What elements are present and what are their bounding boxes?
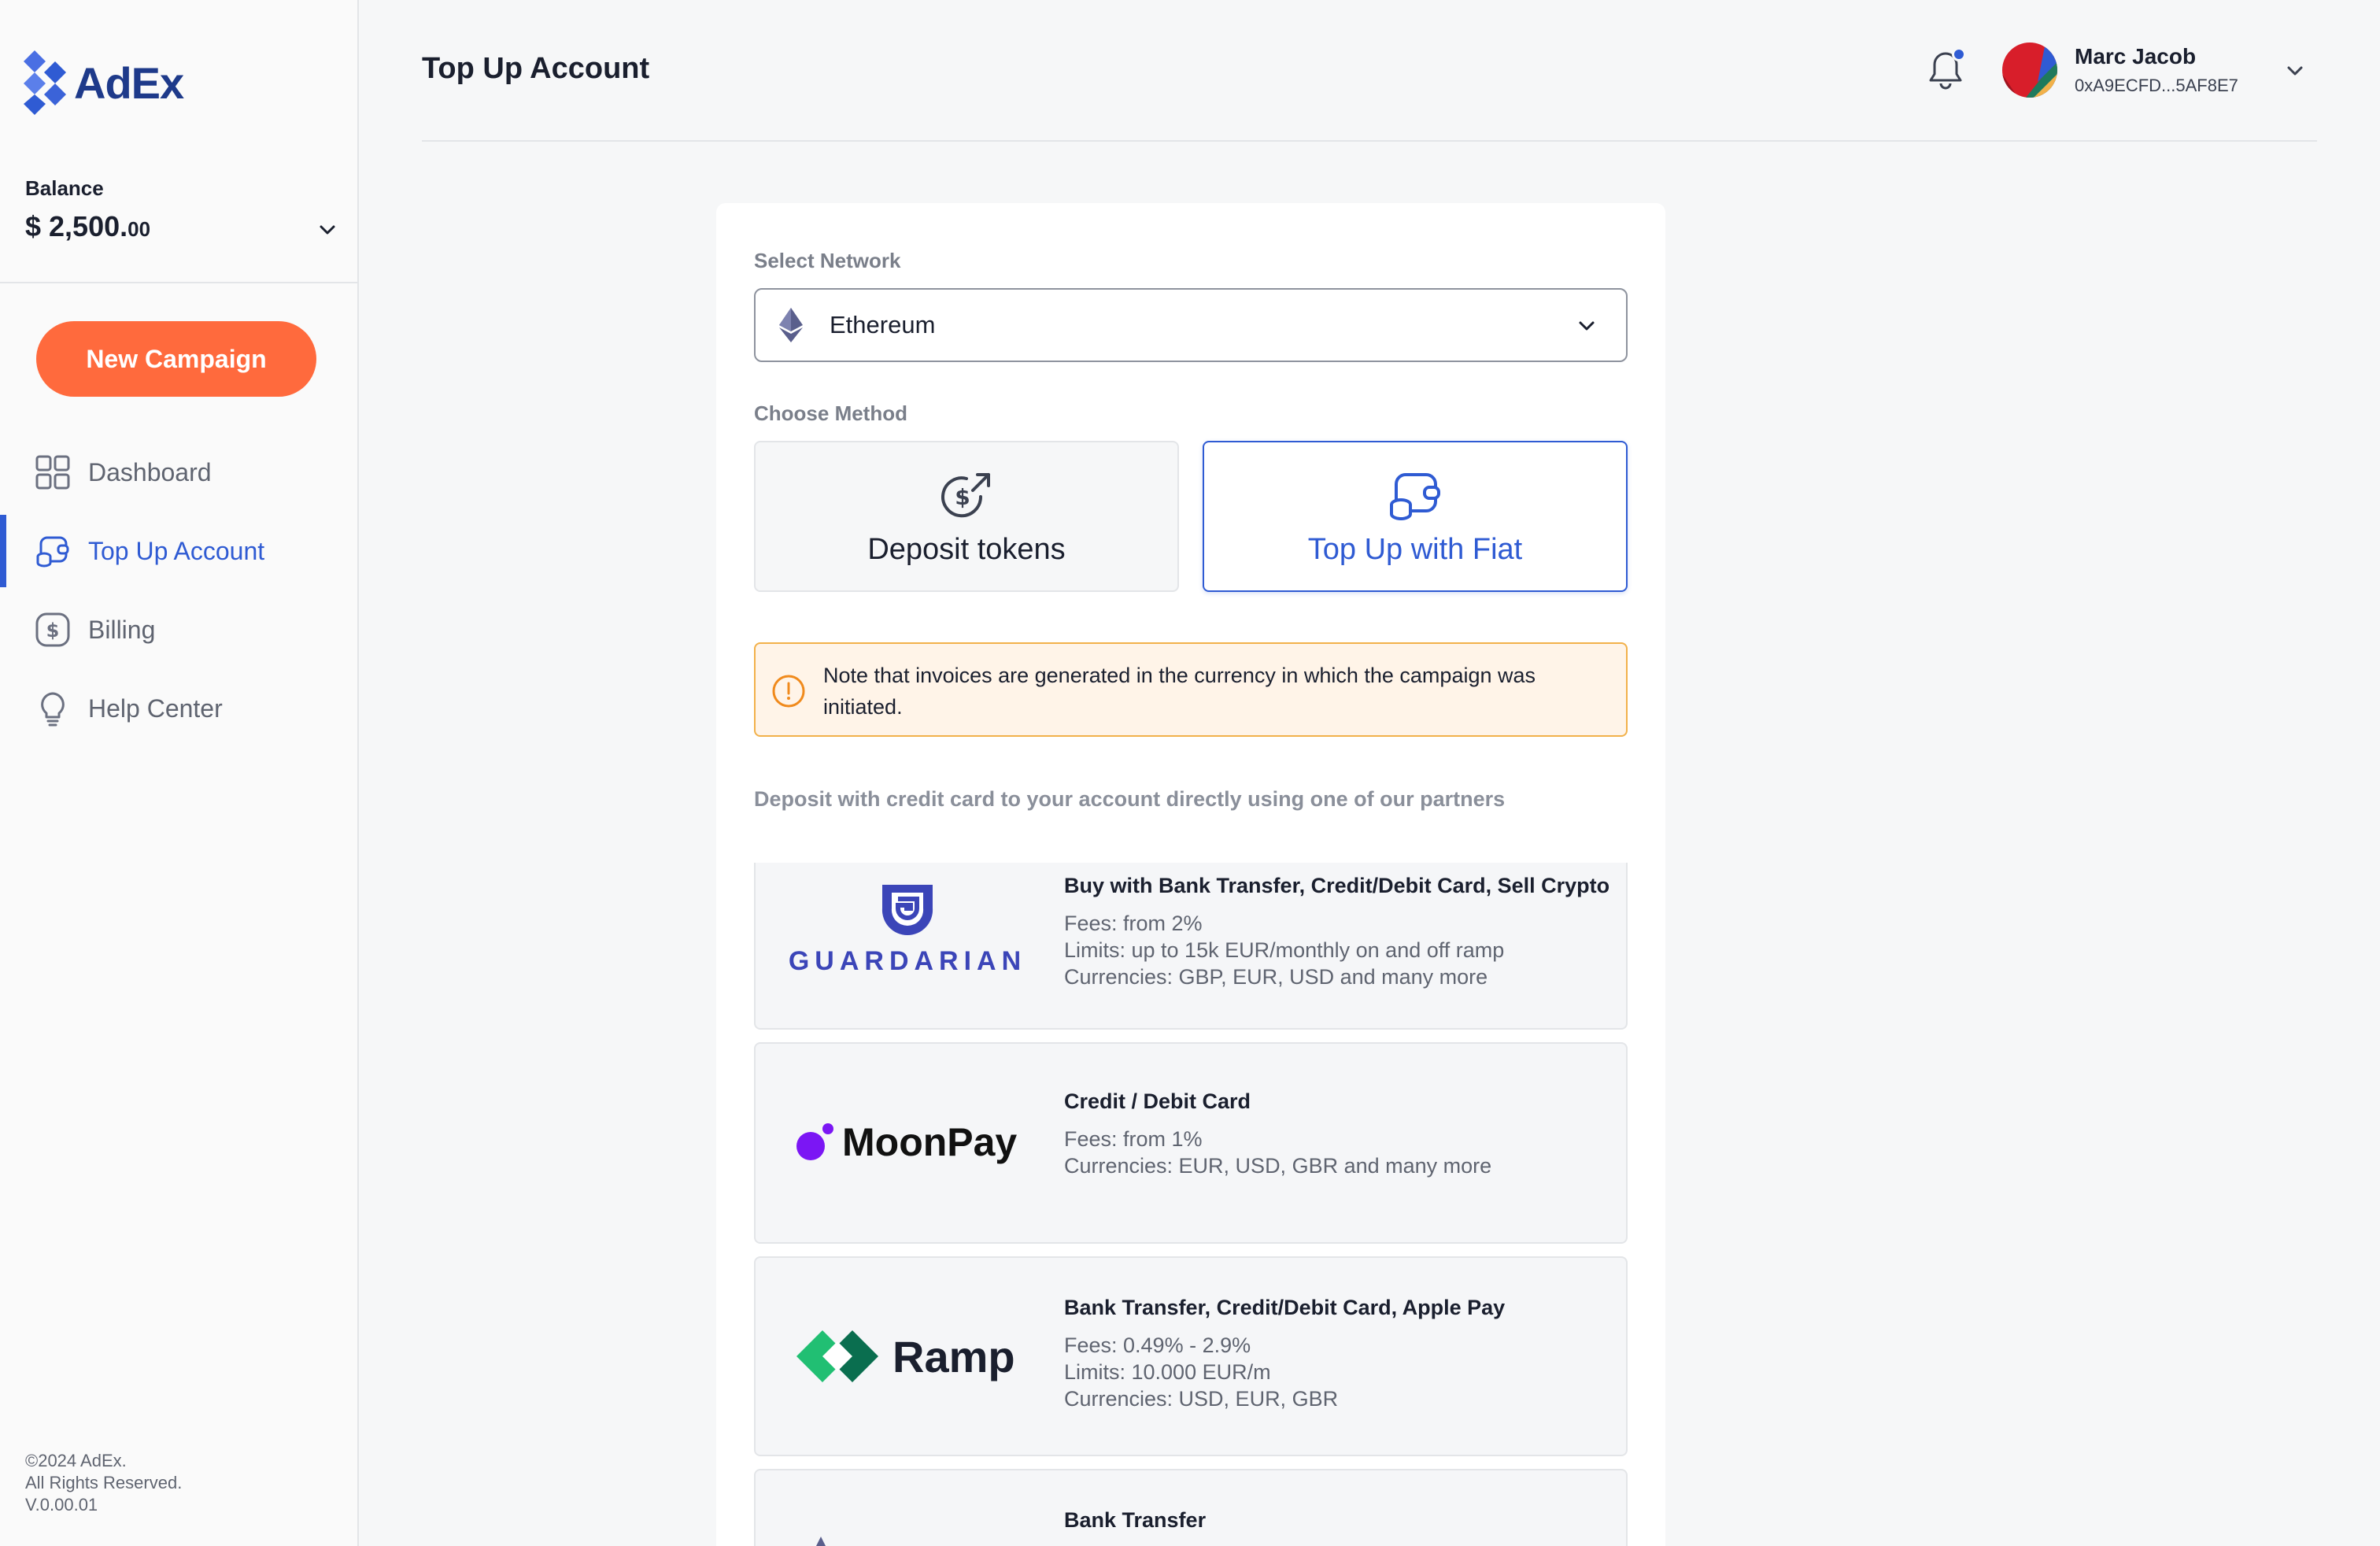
adex-logo-icon (24, 50, 66, 115)
partner-moonpay[interactable]: MoonPay Credit / Debit Card Fees: from 1… (754, 1042, 1628, 1244)
user-address: 0xA9ECFD...5AF8E7 (2075, 76, 2238, 95)
rights-text: All Rights Reserved. (25, 1473, 183, 1492)
partner-bank-transfer[interactable]: Bank Transfer (754, 1469, 1628, 1546)
partner-title: Credit / Debit Card (1064, 1089, 1251, 1113)
moonpay-dot-icon (796, 1123, 833, 1160)
sidebar-item-label: Billing (88, 615, 156, 644)
lightbulb-icon (35, 690, 71, 727)
top-up-fiat-option[interactable]: Top Up with Fiat (1203, 441, 1628, 592)
wallet-coins-icon (1390, 472, 1440, 520)
note-text: Note that invoices are generated in the … (823, 664, 1536, 719)
partner-currencies: Currencies: GBP, EUR, USD and many more (1064, 965, 1488, 989)
balance-value: $ 2,500.00 (25, 210, 340, 243)
partner-fees: Fees: from 1% (1064, 1127, 1203, 1151)
user-name: Marc Jacob (2075, 44, 2197, 68)
svg-text:$: $ (955, 484, 970, 510)
top-up-card: Select Network Ethereum Choose Method $ … (716, 203, 1665, 1546)
partner-title: Bank Transfer (1064, 1508, 1207, 1532)
chevron-down-icon (1579, 321, 1595, 331)
network-value: Ethereum (830, 311, 936, 338)
ramp-wordmark: Ramp (893, 1331, 1015, 1381)
sidebar-item-top-up-account[interactable]: Top Up Account (0, 512, 359, 590)
ramp-logo: Ramp (796, 1330, 1015, 1382)
sidebar-item-label: Help Center (88, 693, 223, 723)
copyright-text: ©2024 AdEx. (25, 1451, 127, 1470)
invoice-note: Note that invoices are generated in the … (754, 642, 1628, 737)
wallet-coins-icon (35, 533, 71, 569)
partners-intro: Deposit with credit card to your account… (754, 787, 1506, 811)
sidebar-item-label: Top Up Account (88, 536, 265, 565)
avatar[interactable] (2002, 43, 2057, 98)
partner-fees: Fees: 0.49% - 2.9% (1064, 1333, 1251, 1357)
page-title: Top Up Account (422, 52, 650, 85)
moonpay-wordmark: MoonPay (842, 1120, 1018, 1164)
partner-guardarian[interactable]: GUARDARIAN Buy with Bank Transfer, Credi… (754, 863, 1628, 1030)
network-label: Select Network (754, 249, 901, 272)
svg-text:$: $ (46, 620, 60, 642)
sidebar-footer: ©2024 AdEx. All Rights Reserved. V.0.00.… (25, 1450, 182, 1516)
dollar-icon: $ (35, 612, 71, 648)
balance-selector[interactable]: Balance $ 2,500.00 (25, 176, 340, 243)
moonpay-logo: MoonPay (796, 1119, 1017, 1165)
grid-icon (35, 454, 71, 490)
chevron-down-icon[interactable] (2282, 58, 2308, 83)
sidebar-item-billing[interactable]: $ Billing (0, 590, 359, 669)
top-up-fiat-label: Top Up with Fiat (1307, 532, 1523, 566)
version-text: V.0.00.01 (25, 1495, 98, 1515)
method-label: Choose Method (754, 401, 907, 425)
sidebar-item-help-center[interactable]: Help Center (0, 669, 359, 748)
adex-logo[interactable]: AdEx (24, 50, 184, 115)
partner-logo-icon (816, 1537, 826, 1546)
sidebar: AdEx Balance $ 2,500.00 New Campaign Das… (0, 0, 359, 1546)
deposit-tokens-label: Deposit tokens (867, 532, 1066, 566)
header-divider (422, 140, 2317, 142)
partner-currencies: Currencies: EUR, USD, GBR and many more (1064, 1154, 1492, 1178)
balance-cents: 00 (128, 217, 151, 241)
partner-currencies: Currencies: USD, EUR, GBR (1064, 1387, 1339, 1411)
partner-title: Buy with Bank Transfer, Credit/Debit Car… (1064, 874, 1610, 897)
notification-dot (1952, 47, 1966, 61)
network-select[interactable]: Ethereum (754, 288, 1628, 362)
deposit-tokens-option[interactable]: $ Deposit tokens (754, 441, 1179, 592)
guardarian-shield-icon (881, 885, 933, 935)
ramp-diamond-icon (796, 1330, 878, 1382)
warning-icon (772, 675, 805, 708)
dollar-deposit-icon: $ (941, 472, 990, 517)
sidebar-nav: Dashboard Top Up Account $ Billing Help … (0, 433, 359, 748)
guardarian-logo: GUARDARIAN (789, 882, 1021, 977)
balance-main: $ 2,500. (25, 210, 128, 242)
balance-label: Balance (25, 176, 104, 200)
partner-ramp[interactable]: Ramp Bank Transfer, Credit/Debit Card, A… (754, 1256, 1628, 1456)
partner-limits: Limits: 10.000 EUR/m (1064, 1360, 1271, 1384)
partner-title: Bank Transfer, Credit/Debit Card, Apple … (1064, 1296, 1506, 1319)
new-campaign-button[interactable]: New Campaign (36, 321, 316, 397)
partner-limits: Limits: up to 15k EUR/monthly on and off… (1064, 938, 1505, 962)
logo-text: AdEx (74, 57, 184, 108)
ethereum-icon (779, 308, 803, 342)
sidebar-item-label: Dashboard (88, 457, 212, 486)
partner-fees: Fees: from 2% (1064, 912, 1203, 935)
guardarian-wordmark: GUARDARIAN (788, 946, 1027, 976)
sidebar-item-dashboard[interactable]: Dashboard (0, 433, 359, 512)
chevron-down-icon[interactable] (315, 217, 340, 242)
sidebar-divider (0, 282, 359, 283)
